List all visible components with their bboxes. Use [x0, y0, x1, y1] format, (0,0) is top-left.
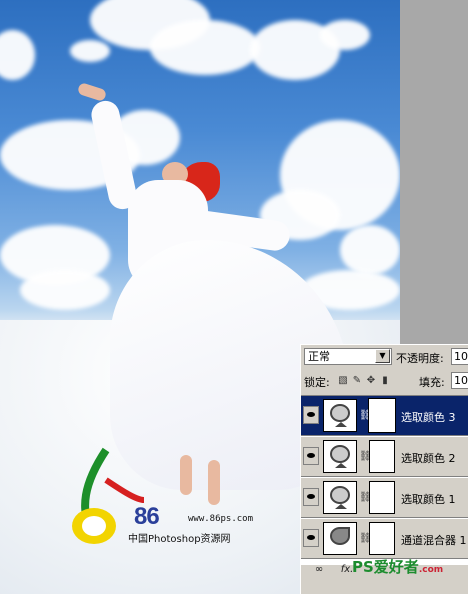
layer-item[interactable]: ⛓ 通道混合器 1	[301, 519, 468, 559]
link-icon[interactable]: ⛓	[359, 410, 372, 422]
adjustment-layer-icon	[323, 399, 357, 432]
blend-row: 正常 ▼ 不透明度: 100	[301, 347, 468, 367]
channel-mixer-icon	[323, 522, 357, 555]
cloud	[150, 20, 260, 75]
eye-icon[interactable]	[303, 488, 319, 506]
layer-mask-thumbnail[interactable]	[368, 398, 396, 433]
lock-label: 锁定:	[304, 376, 330, 389]
lock-all-icon[interactable]: ▮	[379, 375, 391, 387]
lock-move-icon[interactable]: ✥	[365, 375, 377, 387]
eye-icon[interactable]	[303, 447, 319, 465]
cloud	[20, 270, 110, 310]
opacity-label: 不透明度:	[396, 352, 444, 365]
logo-chinese-name: 中国Photoshop资源网	[128, 534, 231, 545]
lock-brush-icon[interactable]: ✎	[351, 375, 363, 387]
site-watermark: PS爱好者.com	[352, 556, 443, 577]
eye-icon[interactable]	[303, 529, 319, 547]
cloud	[340, 225, 400, 275]
raised-hand	[76, 81, 108, 103]
cloud	[320, 20, 370, 50]
eye-icon[interactable]	[303, 406, 319, 424]
layer-mask-thumbnail[interactable]	[369, 440, 395, 473]
cloud	[70, 40, 110, 62]
fill-label: 填充:	[419, 376, 445, 389]
link-layers-icon[interactable]: ∞	[311, 563, 327, 577]
layer-mask-thumbnail[interactable]	[369, 481, 395, 514]
link-icon[interactable]: ⛓	[359, 492, 372, 504]
layer-name: 通道混合器 1	[401, 534, 467, 547]
layer-item[interactable]: ⛓ 选取颜色 3	[301, 396, 468, 436]
chevron-down-icon[interactable]: ▼	[375, 349, 390, 363]
link-icon[interactable]: ⛓	[359, 451, 372, 463]
logo-url: www.86ps.com	[188, 514, 254, 524]
layer-list: ⛓ 选取颜色 3 ⛓ 选取颜色 2 ⛓ 选取颜色 1 ⛓ 通道混合器 1	[301, 395, 468, 565]
lock-row: 锁定: ▧ ✎ ✥ ▮ 填充: 100	[301, 371, 468, 391]
leg	[180, 455, 192, 495]
cloud	[0, 30, 35, 80]
layer-name: 选取颜色 2	[401, 452, 456, 465]
canvas-gray-area	[400, 0, 468, 344]
layer-name: 选取颜色 1	[401, 493, 456, 506]
layer-name: 选取颜色 3	[401, 411, 456, 424]
layer-item[interactable]: ⛓ 选取颜色 1	[301, 478, 468, 518]
layer-item[interactable]: ⛓ 选取颜色 2	[301, 437, 468, 477]
lock-transparent-icon[interactable]: ▧	[337, 375, 349, 387]
fill-input[interactable]: 100	[451, 372, 468, 389]
leg	[208, 460, 220, 505]
site-url: .com	[418, 565, 444, 575]
layer-mask-thumbnail[interactable]	[369, 522, 395, 555]
link-icon[interactable]: ⛓	[359, 533, 372, 545]
adjustment-layer-icon	[323, 481, 357, 514]
site-name: PS爱好者	[352, 558, 419, 576]
logo-number: 86	[134, 503, 160, 530]
adjustment-layer-icon	[323, 440, 357, 473]
opacity-input[interactable]: 100	[451, 348, 468, 365]
